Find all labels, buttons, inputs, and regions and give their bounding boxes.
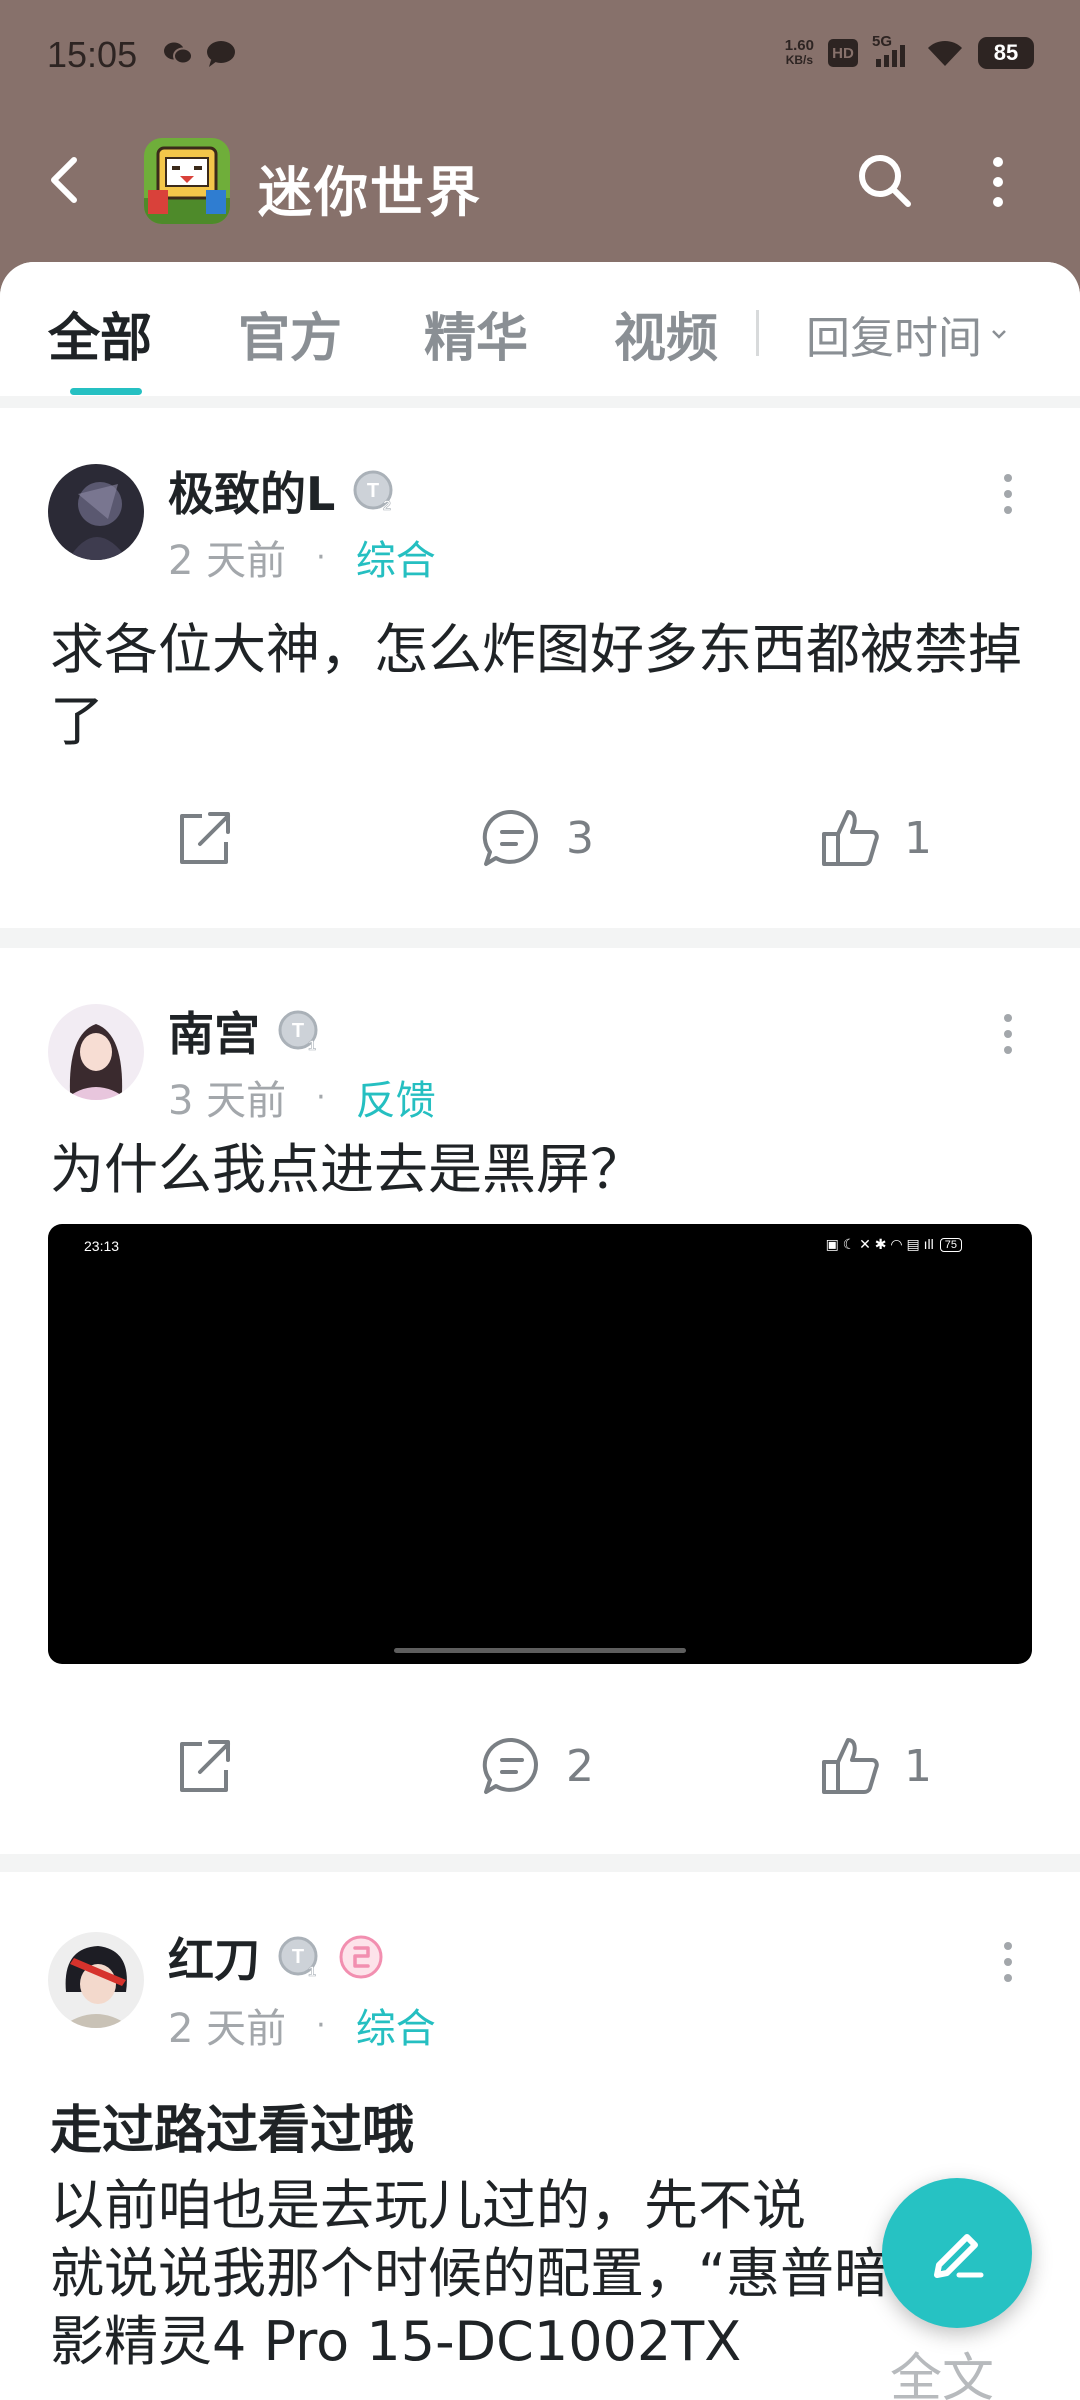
post-card[interactable]: 红刀 T1 2 天前 · 综合 走过路过看过哦 以前咱也是去玩儿过的，先不说 就… bbox=[0, 1872, 1080, 2400]
more-vertical-icon[interactable] bbox=[980, 154, 1016, 210]
post-more-icon[interactable] bbox=[1000, 472, 1016, 516]
separator-dot: · bbox=[316, 1079, 326, 1115]
share-button[interactable] bbox=[172, 1734, 236, 1798]
like-count: 1 bbox=[904, 812, 932, 864]
post-title[interactable]: 走过路过看过哦 bbox=[50, 2088, 414, 2163]
avatar[interactable] bbox=[48, 464, 144, 560]
svg-text:1: 1 bbox=[308, 1037, 316, 1053]
username-row: 南宫 T1 bbox=[168, 998, 322, 1064]
like-count: 1 bbox=[904, 1740, 932, 1792]
tab-video[interactable]: 视频 bbox=[614, 296, 718, 371]
network-speed: 1.60 KB/s bbox=[784, 37, 814, 67]
level-badge-icon: T1 bbox=[278, 1010, 318, 1053]
post-time: 3 天前 bbox=[168, 1078, 287, 1124]
battery-icon: 85 bbox=[978, 37, 1034, 69]
separator-dot: · bbox=[316, 539, 326, 575]
svg-text:2: 2 bbox=[383, 497, 391, 513]
post-text[interactable]: 为什么我点进去是黑屏？ bbox=[50, 1134, 1040, 1206]
svg-text:T: T bbox=[367, 480, 379, 502]
image-status-icons: ▣ ☾ ✕ ✱ ◠ ▤ ıll 75 bbox=[826, 1236, 962, 1253]
svg-text:1: 1 bbox=[308, 1963, 316, 1979]
avatar[interactable] bbox=[48, 1932, 144, 2028]
comment-count: 3 bbox=[566, 812, 594, 864]
app-logo bbox=[144, 138, 230, 224]
image-battery: 75 bbox=[939, 1237, 962, 1252]
post-category[interactable]: 综合 bbox=[356, 1996, 436, 2054]
status-time: 15:05 bbox=[47, 34, 138, 75]
separator-dot: · bbox=[316, 2007, 326, 2043]
post-time: 2 天前 bbox=[168, 2006, 287, 2052]
comment-button[interactable]: 3 bbox=[480, 806, 594, 870]
share-icon bbox=[180, 812, 230, 864]
post-image[interactable]: 23:13 ▣ ☾ ✕ ✱ ◠ ▤ ıll 75 bbox=[48, 1224, 1032, 1664]
active-tab-indicator bbox=[70, 388, 142, 395]
post-text[interactable]: 求各位大神，怎么炸图好多东西都被禁掉了 bbox=[50, 614, 1040, 758]
comment-count: 2 bbox=[566, 1740, 594, 1792]
wechat-icon bbox=[164, 42, 193, 65]
notification-icons bbox=[163, 40, 237, 68]
post-category[interactable]: 反馈 bbox=[356, 1068, 436, 1126]
back-arrow-icon[interactable] bbox=[40, 150, 90, 210]
svg-text:T: T bbox=[292, 1946, 304, 1968]
top-bar: 15:05 1.60 KB/s HD 5G 85 迷你世界 bbox=[0, 0, 1080, 300]
image-home-indicator bbox=[394, 1648, 686, 1653]
signal-icon: 5G bbox=[872, 33, 912, 69]
tab-divider bbox=[756, 310, 759, 356]
thumbs-up-icon bbox=[822, 1738, 879, 1794]
search-icon[interactable] bbox=[852, 148, 916, 212]
comment-icon bbox=[482, 1737, 538, 1794]
share-button[interactable] bbox=[172, 806, 236, 870]
read-more-link[interactable]: 全文 bbox=[890, 2336, 994, 2400]
share-icon bbox=[180, 1740, 230, 1792]
username[interactable]: 红刀 bbox=[168, 1924, 260, 1990]
tab-bar: 全部 官方 精华 视频 回复时间 bbox=[0, 262, 1080, 396]
tab-featured[interactable]: 精华 bbox=[424, 296, 528, 371]
post-card[interactable]: 极致的L T2 2 天前 · 综合 求各位大神，怎么炸图好多东西都被禁掉了 3 … bbox=[0, 408, 1080, 928]
comment-icon bbox=[482, 809, 538, 866]
level-badge-icon: T1 bbox=[278, 1936, 318, 1979]
post-meta: 3 天前 · 反馈 bbox=[168, 1068, 436, 1126]
content-panel: 全部 官方 精华 视频 回复时间 极致的L T2 2 天前 · 综合 求各位大神… bbox=[0, 262, 1080, 2400]
tab-all[interactable]: 全部 bbox=[48, 296, 152, 371]
post-meta: 2 天前 · 综合 bbox=[168, 528, 436, 586]
sort-label: 回复时间 bbox=[806, 313, 982, 364]
level-badge-icon: T2 bbox=[353, 470, 393, 513]
like-button[interactable]: 1 bbox=[818, 806, 932, 870]
message-icon bbox=[207, 41, 235, 67]
comment-button[interactable]: 2 bbox=[480, 1734, 594, 1798]
post-meta: 2 天前 · 综合 bbox=[168, 1996, 436, 2054]
app-title: 迷你世界 bbox=[258, 161, 482, 224]
username-row: 极致的L T2 bbox=[168, 458, 397, 524]
avatar[interactable] bbox=[48, 1004, 144, 1100]
status-bar: 15:05 1.60 KB/s HD 5G 85 bbox=[0, 0, 1080, 116]
post-category[interactable]: 综合 bbox=[356, 528, 436, 586]
svg-text:T: T bbox=[292, 1020, 304, 1042]
image-status-time: 23:13 bbox=[84, 1238, 120, 1254]
sort-dropdown[interactable]: 回复时间 bbox=[806, 302, 1010, 366]
post-card[interactable]: 南宫 T1 3 天前 · 反馈 为什么我点进去是黑屏？ 23:13 ▣ ☾ ✕ … bbox=[0, 948, 1080, 1854]
wifi-icon bbox=[928, 40, 962, 66]
username[interactable]: 南宫 bbox=[168, 998, 260, 1064]
app-header: 迷你世界 bbox=[0, 118, 1080, 248]
thumbs-up-icon bbox=[822, 810, 879, 866]
tab-official[interactable]: 官方 bbox=[238, 296, 342, 371]
hd-icon: HD bbox=[828, 39, 858, 67]
post-more-icon[interactable] bbox=[1000, 1012, 1016, 1056]
username[interactable]: 极致的L bbox=[168, 458, 335, 524]
compose-button[interactable] bbox=[882, 2178, 1032, 2328]
creator-badge-icon bbox=[339, 1935, 383, 1979]
username-row: 红刀 T1 bbox=[168, 1924, 384, 1990]
chevron-down-icon bbox=[992, 330, 1006, 339]
like-button[interactable]: 1 bbox=[818, 1734, 932, 1798]
pencil-icon bbox=[934, 2234, 984, 2278]
post-more-icon[interactable] bbox=[1000, 1940, 1016, 1984]
post-time: 2 天前 bbox=[168, 538, 287, 584]
status-right: 1.60 KB/s HD 5G 85 bbox=[784, 33, 1034, 69]
